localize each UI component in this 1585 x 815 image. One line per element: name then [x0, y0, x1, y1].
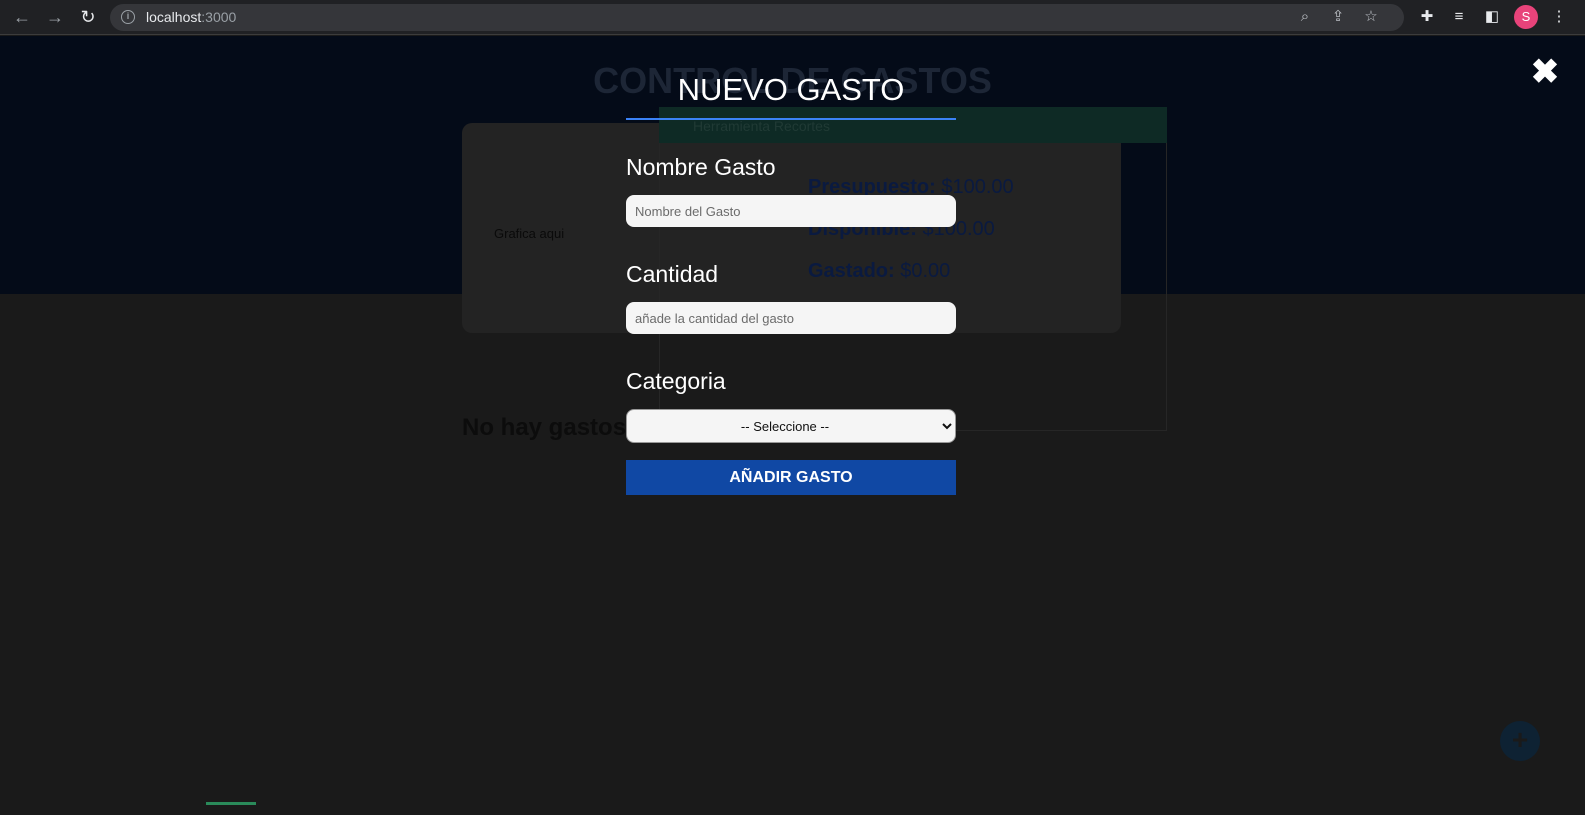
chart-placeholder: Grafica aqui	[494, 226, 565, 241]
menu-kebab-icon[interactable]: ⋮	[1548, 6, 1570, 28]
profile-avatar[interactable]: S	[1514, 5, 1538, 29]
close-modal-icon[interactable]: ✖	[1530, 55, 1560, 89]
new-expense-form: NUEVO GASTO Nombre Gasto Cantidad Catego…	[626, 70, 956, 495]
expense-name-input[interactable]	[626, 195, 956, 227]
name-label: Nombre Gasto	[626, 154, 776, 180]
share-icon[interactable]: ⇪	[1328, 7, 1348, 27]
url-text[interactable]: localhost:3000	[146, 9, 236, 25]
site-info-icon[interactable]: i	[121, 10, 135, 24]
modal-title: NUEVO GASTO	[626, 70, 956, 120]
browser-toolbar: ← → ↻ i localhost:3000 ⌕ ⇪ ☆ ✚ ≡ ◧ S ⋮	[0, 0, 1585, 35]
back-arrow-icon[interactable]: ←	[10, 5, 34, 29]
bookmark-star-icon[interactable]: ☆	[1361, 7, 1381, 27]
address-bar[interactable]: i localhost:3000 ⌕ ⇪ ☆	[110, 4, 1404, 31]
side-panel-icon[interactable]: ◧	[1481, 6, 1503, 28]
taskbar-indicator	[206, 802, 256, 805]
category-label: Categoria	[626, 368, 726, 394]
category-select[interactable]: -- Seleccione --	[626, 409, 956, 443]
new-expense-plus-icon: +	[1500, 721, 1540, 761]
forward-arrow-icon[interactable]: →	[43, 5, 67, 29]
media-queue-icon[interactable]: ≡	[1448, 6, 1470, 28]
zoom-icon[interactable]: ⌕	[1295, 7, 1315, 27]
extensions-icon[interactable]: ✚	[1416, 6, 1438, 28]
reload-icon[interactable]: ↻	[76, 5, 100, 29]
amount-label: Cantidad	[626, 261, 719, 287]
expense-amount-input[interactable]	[626, 302, 956, 334]
add-expense-button[interactable]: AÑADIR GASTO	[626, 460, 956, 495]
